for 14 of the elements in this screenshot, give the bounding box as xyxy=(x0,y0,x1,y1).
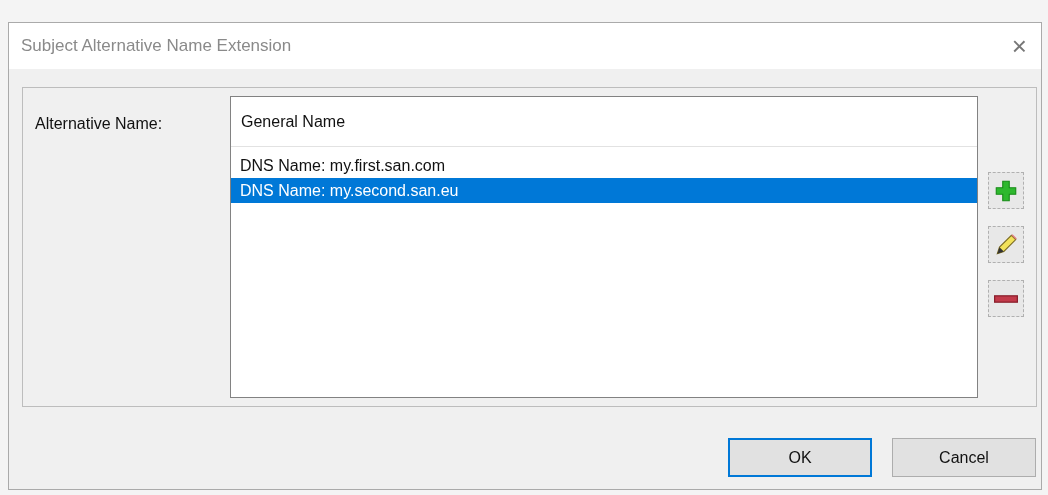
minus-icon xyxy=(994,294,1018,303)
dialog-button[interactable]: Cancel xyxy=(892,438,1036,477)
list-row[interactable]: DNS Name: my.second.san.eu xyxy=(231,178,977,203)
close-button[interactable]: × xyxy=(1007,33,1031,59)
field-label: Alternative Name: xyxy=(35,114,164,134)
window-title: Subject Alternative Name Extension xyxy=(21,35,292,58)
add-button[interactable] xyxy=(988,172,1024,209)
pencil-icon xyxy=(993,231,1019,258)
dialog-button[interactable]: OK xyxy=(728,438,872,477)
remove-button[interactable] xyxy=(988,280,1024,317)
name-list[interactable]: General Name DNS Name: my.first.san.com DNS Name: my.second.san.eu xyxy=(230,96,978,398)
edit-button[interactable] xyxy=(988,226,1024,263)
column-header[interactable]: General Name xyxy=(231,97,977,146)
list-row[interactable]: DNS Name: my.first.san.com xyxy=(231,153,977,178)
